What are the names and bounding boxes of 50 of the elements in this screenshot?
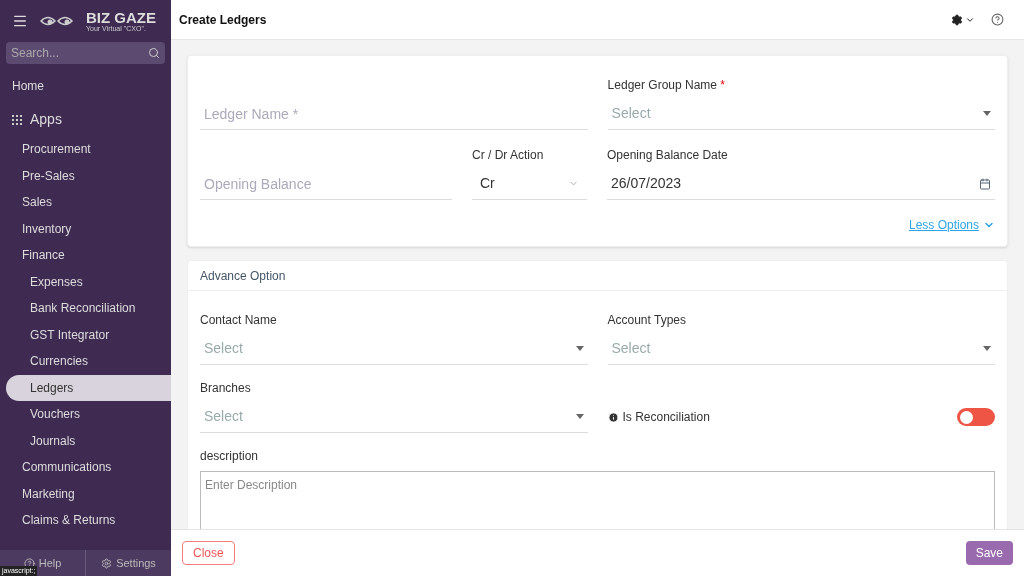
ledger-name-field[interactable]: Ledger Name * [200,98,588,130]
sidebar-item[interactable]: Expenses [0,268,171,295]
info-icon [607,411,619,423]
settings-icon [101,557,113,569]
settings-button[interactable]: Settings [86,550,171,576]
save-button[interactable]: Save [965,541,1013,565]
reconciliation-toggle[interactable] [957,408,995,426]
caret-icon [983,111,991,116]
sidebar-item[interactable]: Inventory [0,215,171,242]
field-label: Contact Name [200,312,278,329]
field-label: Cr / Dr Action [472,147,545,164]
sidebar-item[interactable]: Journals [0,427,171,454]
logo-name: BIZ GAZE [86,10,156,25]
sidebar-item[interactable]: Pre-Sales [0,162,171,189]
caret-icon [575,346,584,351]
sidebar-item[interactable]: Procurement [0,136,171,163]
field-label: Account Types [607,312,687,329]
field-label: Is Reconciliation [622,409,710,426]
menu-icon[interactable] [12,13,28,29]
sidebar-item[interactable]: Vouchers [0,401,171,428]
sidebar-item[interactable]: Currencies [0,348,171,375]
home-link[interactable]: Home [0,77,171,95]
calendar-icon[interactable] [979,177,991,190]
date-field[interactable]: 26/07/2023 [607,168,995,200]
sidebar-item[interactable]: GST Integrator [0,321,171,348]
field-label: Opening Balance Date [607,147,729,164]
caret-icon [983,346,991,351]
help-icon [23,557,35,569]
opening-balance-field[interactable]: Opening Balance [200,168,452,200]
sidebar-item[interactable]: Communications [0,454,171,481]
field-label: Ledger Group Name * [607,77,727,94]
close-button[interactable]: Close [182,541,235,565]
field-label: Branches [200,380,252,397]
sidebar-item[interactable]: Sales [0,189,171,216]
field-label: description [200,448,260,465]
sidebar-item[interactable]: Marketing [0,480,171,507]
grid-icon [12,114,22,125]
caret-icon [575,414,584,419]
sidebar-item[interactable]: Claims & Returns [0,507,171,534]
sidebar-item[interactable]: Bank Reconciliation [0,295,171,322]
sidebar-item[interactable]: Finance [0,242,171,269]
settings-icon [951,13,963,26]
settings-dropdown[interactable] [951,13,975,26]
apps-heading: Apps [30,110,62,129]
sidebar-item[interactable]: Ledgers [6,374,171,401]
page-title: Create Ledgers [179,11,267,29]
help-icon[interactable] [991,13,1004,26]
cr-dr-select[interactable]: Cr [472,168,587,200]
card-title: Advance Option [200,267,286,285]
search-icon [148,47,160,59]
